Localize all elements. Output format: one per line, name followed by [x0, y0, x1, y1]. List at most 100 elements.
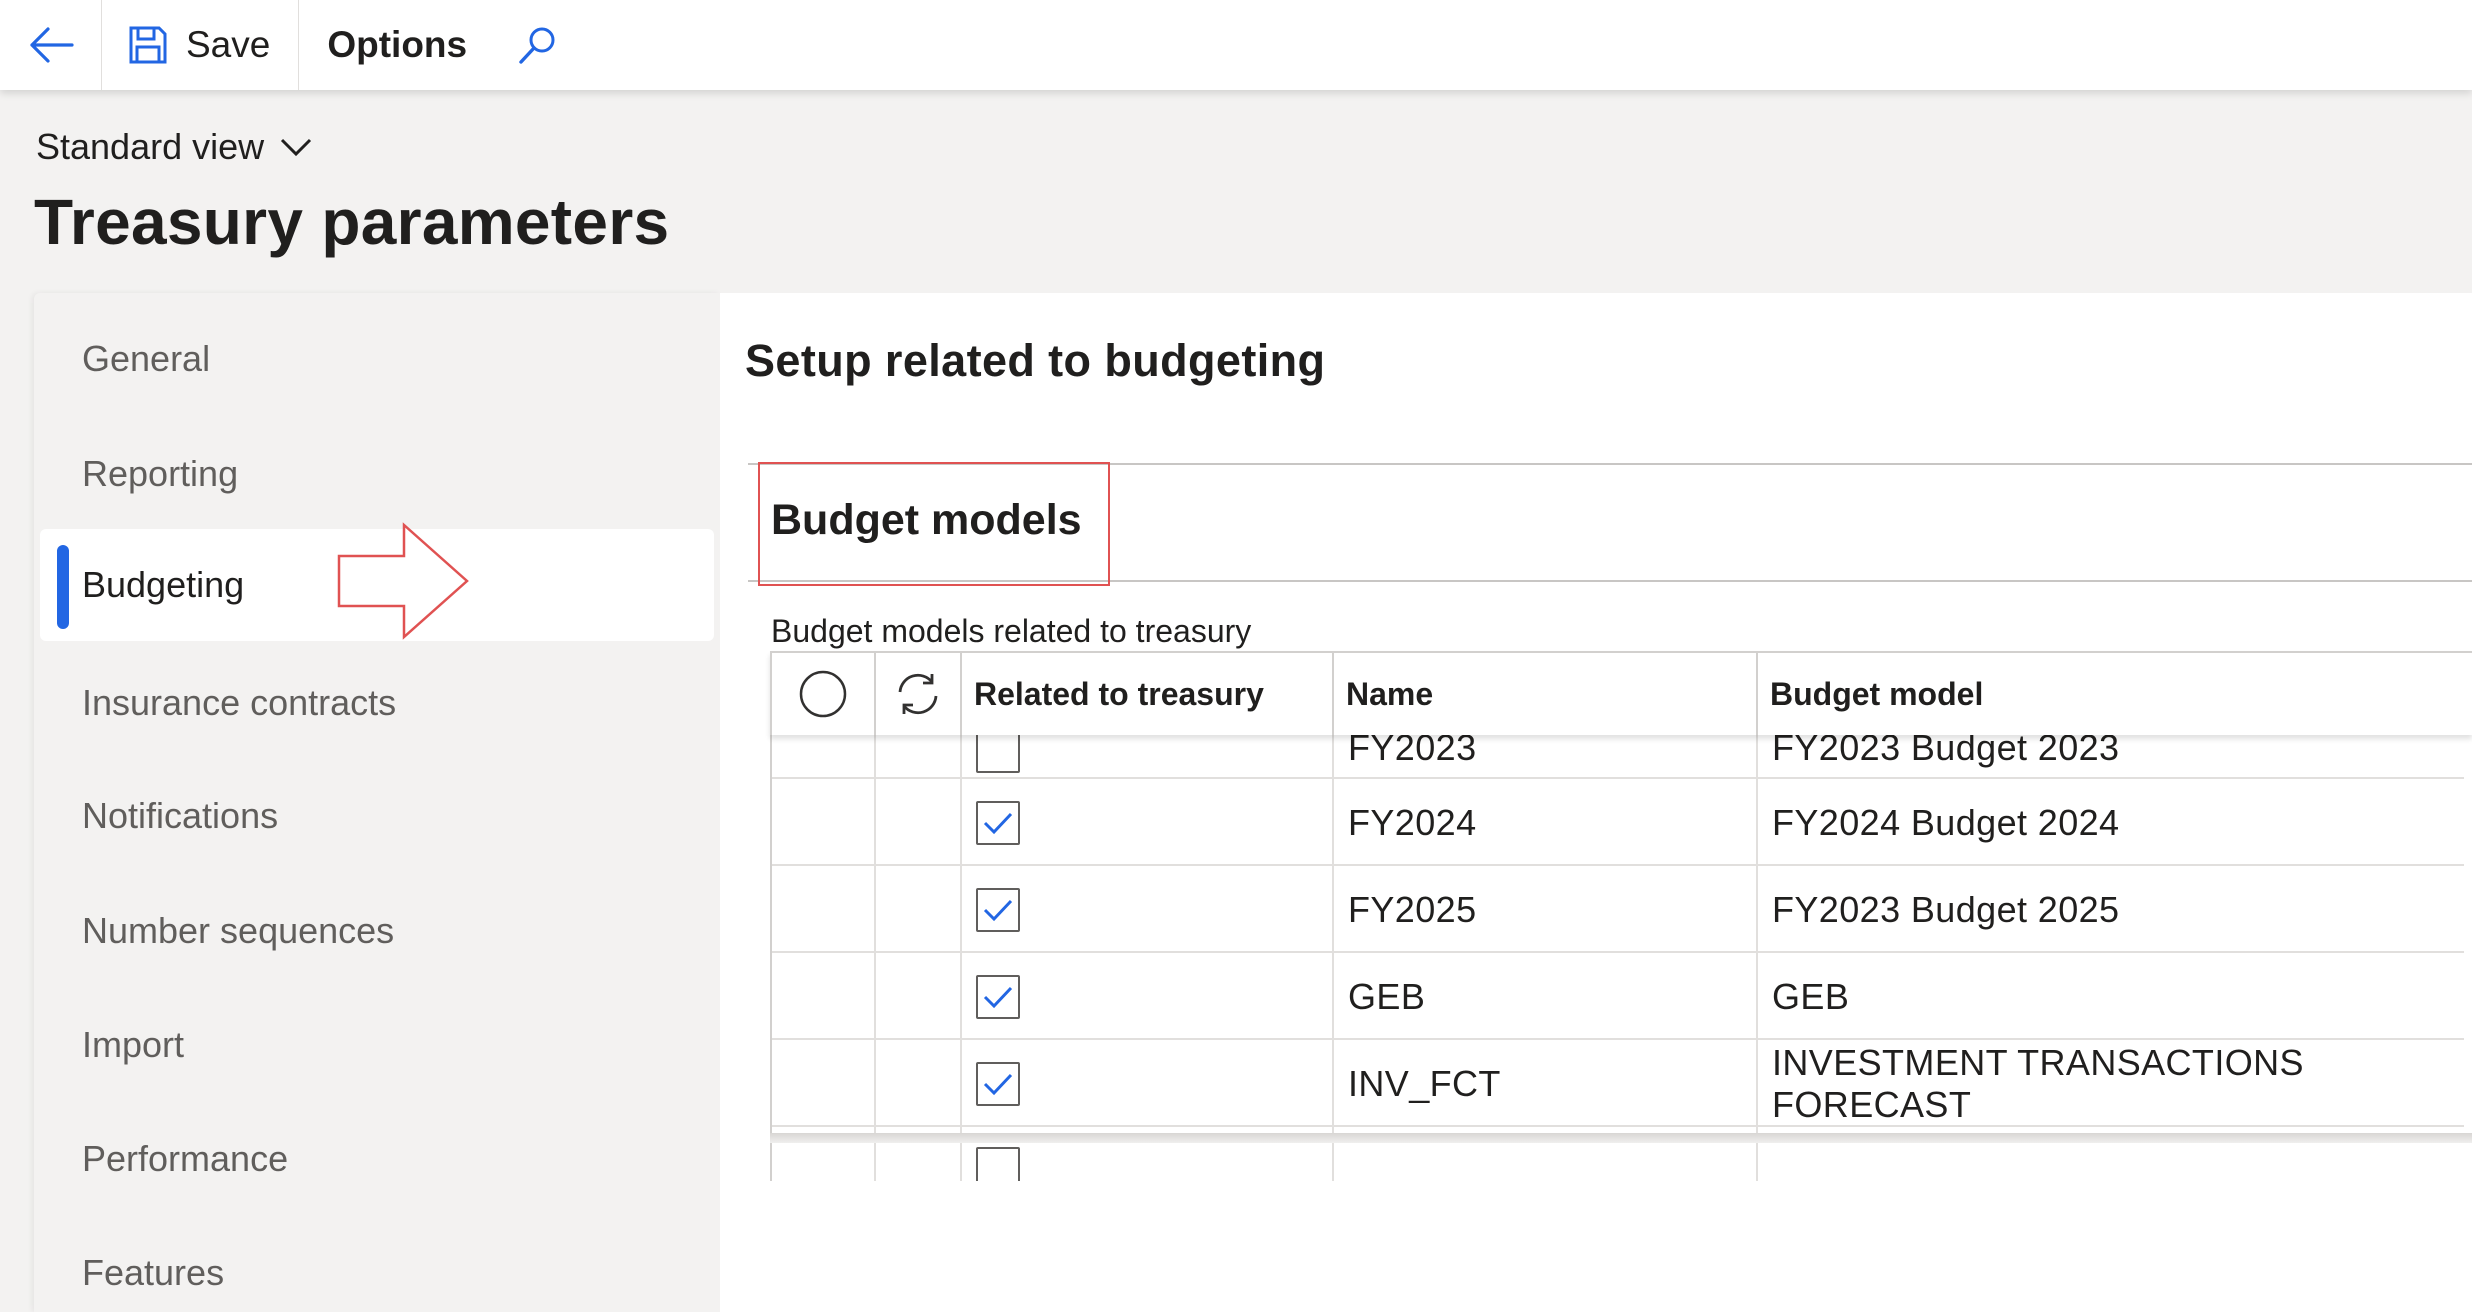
budget-model-cell[interactable]: INVESTMENT TRANSACTIONS FORECAST — [1758, 1040, 2464, 1127]
name-value: INV_FCT — [1348, 1062, 1501, 1104]
search-icon — [519, 27, 555, 64]
options-menu[interactable]: Options — [299, 0, 495, 90]
budget-models-grid: Related to treasury Name Budget model FY… — [770, 651, 2472, 1181]
name-cell[interactable]: FY2024 — [1334, 779, 1758, 866]
grid-body: FY2023 FY2023 Budget 2023 FY2024 FY2024 … — [770, 735, 2472, 1181]
name-cell[interactable]: FY2025 — [1334, 866, 1758, 953]
row-spacer-cell — [876, 1040, 962, 1127]
related-cell[interactable] — [962, 1040, 1334, 1127]
save-icon — [129, 26, 167, 64]
budget-model-value: FY2024 Budget 2024 — [1772, 801, 2120, 843]
column-header-label: Name — [1346, 675, 1434, 712]
related-checkbox[interactable] — [976, 735, 1020, 773]
nav-item-label: General — [82, 338, 211, 379]
nav-item-label: Import — [82, 1024, 185, 1065]
name-value: FY2023 — [1348, 735, 1477, 768]
related-cell[interactable] — [962, 953, 1334, 1040]
row-select-cell[interactable] — [772, 1040, 876, 1127]
nav-item-performance[interactable]: Performance — [34, 1103, 714, 1215]
chevron-down-icon — [281, 138, 312, 157]
related-cell[interactable] — [962, 779, 1334, 866]
section-title: Setup related to budgeting — [745, 335, 1326, 386]
command-bar: Save Options — [0, 0, 2472, 90]
budget-model-cell[interactable]: FY2024 Budget 2024 — [1758, 779, 2464, 866]
nav-item-import[interactable]: Import — [34, 989, 714, 1101]
options-label: Options — [327, 24, 468, 65]
row-select-cell[interactable] — [772, 953, 876, 1040]
name-value: FY2025 — [1348, 888, 1477, 930]
nav-item-label: Reporting — [82, 453, 239, 494]
nav-item-label: Notifications — [82, 795, 279, 836]
nav-item-general[interactable]: General — [34, 303, 714, 415]
column-header-budget-model[interactable]: Budget model — [1758, 653, 2472, 735]
nav-item-label: Insurance contracts — [82, 682, 397, 723]
name-cell[interactable]: INV_FCT — [1334, 1040, 1758, 1127]
checkmark-icon — [983, 1073, 1013, 1095]
related-checkbox[interactable] — [976, 1061, 1020, 1106]
nav-item-label: Number sequences — [82, 910, 395, 951]
nav-item-label: Features — [82, 1252, 225, 1293]
related-checkbox[interactable] — [976, 1147, 1020, 1181]
budget-model-value: GEB — [1772, 975, 1850, 1017]
budget-model-cell[interactable]: FY2023 Budget 2023 — [1758, 735, 2464, 779]
nav-item-label: Budgeting — [82, 564, 245, 605]
budget-model-value: FY2023 Budget 2025 — [1772, 888, 2120, 930]
nav-item-insurance-contracts[interactable]: Insurance contracts — [34, 647, 714, 759]
back-button[interactable] — [0, 0, 102, 90]
related-cell[interactable] — [962, 735, 1334, 779]
grid-header: Related to treasury Name Budget model — [770, 651, 2472, 735]
search-button[interactable] — [495, 0, 581, 90]
nav-item-features[interactable]: Features — [34, 1217, 714, 1312]
red-arrow-annotation — [337, 522, 469, 640]
name-value: GEB — [1348, 975, 1426, 1017]
row-select-cell[interactable] — [772, 779, 876, 866]
left-nav: General Reporting Budgeting Insurance co… — [34, 293, 720, 1312]
budget-model-cell[interactable]: FY2023 Budget 2025 — [1758, 866, 2464, 953]
active-indicator — [57, 545, 69, 629]
back-arrow-icon — [29, 27, 74, 63]
related-checkbox[interactable] — [976, 887, 1020, 932]
table-row[interactable]: FY2025 FY2023 Budget 2025 — [772, 866, 2464, 953]
view-selector[interactable]: Standard view — [36, 126, 312, 168]
view-label: Standard view — [36, 126, 265, 167]
column-header-label: Budget model — [1770, 675, 1984, 712]
nav-item-notifications[interactable]: Notifications — [34, 760, 714, 872]
grid-scroll-edge — [770, 1133, 2472, 1143]
row-spacer-cell — [876, 866, 962, 953]
nav-item-number-sequences[interactable]: Number sequences — [34, 875, 714, 987]
column-header-name[interactable]: Name — [1334, 653, 1758, 735]
name-cell[interactable]: FY2023 — [1334, 735, 1758, 779]
column-header-related[interactable]: Related to treasury — [962, 653, 1334, 735]
table-row[interactable]: INV_FCT INVESTMENT TRANSACTIONS FORECAST — [772, 1040, 2464, 1127]
related-checkbox[interactable] — [976, 974, 1020, 1019]
table-row[interactable]: FY2023 FY2023 Budget 2023 — [772, 735, 2464, 779]
refresh-icon — [898, 673, 938, 715]
row-spacer-cell — [876, 735, 962, 779]
table-row[interactable]: GEB GEB — [772, 953, 2464, 1040]
related-checkbox[interactable] — [976, 800, 1020, 845]
budget-model-value: FY2023 Budget 2023 — [1772, 735, 2120, 768]
name-cell[interactable]: GEB — [1334, 953, 1758, 1040]
row-select-cell[interactable] — [772, 735, 876, 779]
checkmark-icon — [983, 986, 1013, 1008]
checkmark-icon — [983, 899, 1013, 921]
table-row[interactable]: FY2024 FY2024 Budget 2024 — [772, 779, 2464, 866]
checkmark-icon — [983, 812, 1013, 834]
nav-item-label: Performance — [82, 1138, 289, 1179]
save-button[interactable]: Save — [102, 0, 300, 90]
grid-label: Budget models related to treasury — [771, 613, 1252, 649]
refresh-button[interactable] — [876, 653, 962, 735]
related-cell[interactable] — [962, 866, 1334, 953]
fasttab-budget-models[interactable]: Budget models — [771, 496, 1082, 545]
budget-model-value: INVESTMENT TRANSACTIONS FORECAST — [1772, 1041, 2304, 1125]
select-all-toggle[interactable] — [772, 653, 876, 735]
name-value: FY2024 — [1348, 801, 1477, 843]
row-select-cell[interactable] — [772, 866, 876, 953]
column-header-label: Related to treasury — [974, 675, 1264, 712]
select-all-circle-icon — [799, 670, 847, 718]
budget-model-cell[interactable]: GEB — [1758, 953, 2464, 1040]
save-label: Save — [186, 24, 271, 65]
nav-item-reporting[interactable]: Reporting — [34, 418, 714, 530]
row-spacer-cell — [876, 953, 962, 1040]
main-panel: Setup related to budgeting Budget models… — [720, 293, 2472, 1312]
